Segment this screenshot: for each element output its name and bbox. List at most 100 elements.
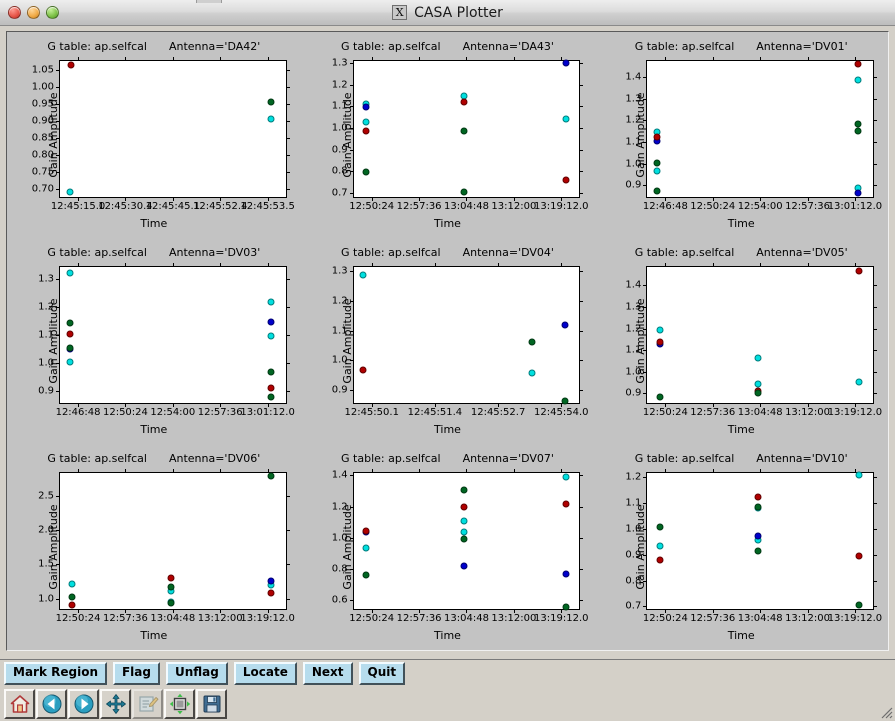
plot-panel-da42[interactable]: G table: ap.selfcal Antenna='DA42' Gain Am…: [7, 32, 301, 238]
x-tick-label: 12:54:00: [737, 201, 783, 212]
plot-panel-dv07[interactable]: G table: ap.selfcal Antenna='DV07' Gain Am…: [301, 444, 595, 650]
data-point-green: [66, 344, 74, 352]
x-tick-mark-top: [561, 263, 563, 267]
y-tick-mark-right: [872, 606, 877, 608]
data-point-green: [754, 547, 762, 555]
y-tick-mark-right: [872, 371, 877, 373]
y-tick-mark-right: [579, 506, 584, 508]
x-tick-mark-top: [513, 57, 515, 61]
minimize-button[interactable]: [27, 6, 40, 19]
plot-panel-dv06[interactable]: G table: ap.selfcal Antenna='DV06' Gain Am…: [7, 444, 301, 650]
configure-subplots-icon[interactable]: [132, 689, 163, 719]
data-point-cyan: [855, 471, 863, 479]
data-point-green: [561, 397, 569, 405]
next-button[interactable]: Next: [302, 662, 353, 685]
x-axis-label: Time: [434, 423, 461, 436]
y-tick-label: 0.90: [31, 115, 54, 126]
x-tick-mark-top: [78, 57, 80, 61]
plot-title: G table: ap.selfcal Antenna='DA43': [301, 40, 595, 53]
y-tick-label: 1.0: [38, 593, 54, 605]
plot-axes[interactable]: 0.70 0.75 0.80 0.85 0.90 0.95 1.00 1.05 12:45:15…: [32, 57, 295, 212]
window-controls: [0, 6, 59, 19]
y-tick-label: 1.0: [625, 158, 642, 170]
plot-axes[interactable]: 0.9 1.0 1.1 1.2 1.3 12:45:50.1 12:45:51.4 12:45…: [332, 263, 588, 418]
data-point-cyan: [267, 115, 275, 123]
x-tick-label: 12:50:24: [55, 613, 101, 624]
y-tick-mark-right: [285, 120, 290, 122]
plot-panel-dv05[interactable]: G table: ap.selfcal Antenna='DV05' Gain Am…: [594, 238, 888, 444]
close-button[interactable]: [8, 6, 21, 19]
x-tick-label: 13:04:48: [150, 613, 196, 624]
plot-panel-dv04[interactable]: G table: ap.selfcal Antenna='DV04' Gain Am…: [301, 238, 595, 444]
y-tick-mark: [56, 120, 60, 122]
y-tick-mark: [643, 393, 648, 395]
x-tick-label: 13:19:12.0: [534, 201, 589, 212]
y-tick-mark-right: [579, 171, 584, 173]
plot-axes[interactable]: 0.9 1.0 1.1 1.2 1.3 1.4 12:46:48 12:50:24 12:54:…: [625, 57, 882, 212]
x-tick-label: 13:04:48: [737, 407, 783, 418]
plot-axes[interactable]: 0.9 1.0 1.1 1.2 1.3 12:46:48 12:50:24 12:54:00 1…: [38, 263, 295, 418]
plot-panel-da43[interactable]: G table: ap.selfcal Antenna='DA43' Gain Am…: [301, 32, 595, 238]
y-tick-label: 0.9: [38, 385, 54, 396]
y-tick-label: 1.5: [38, 558, 54, 570]
window-titlebar: X CASA Plotter: [0, 0, 895, 26]
mark-region-button[interactable]: Mark Region: [4, 662, 107, 685]
plot-panel-dv10[interactable]: G table: ap.selfcal Antenna='DV10' Gain Am…: [594, 444, 888, 650]
plot-panel-dv01[interactable]: G table: ap.selfcal Antenna='DV01' Gain Am…: [594, 32, 888, 238]
y-tick-label: 0.85: [31, 132, 54, 143]
data-point-green: [267, 393, 275, 401]
data-point-cyan: [66, 358, 74, 366]
plot-title: G table: ap.selfcal Antenna='DV07': [301, 452, 595, 465]
y-tick-mark-right: [285, 171, 290, 173]
plot-axes[interactable]: 1.0 1.5 2.0 2.5 12:50:24 12:57:36 13:04:48 13:1…: [38, 469, 295, 624]
forward-arrow-icon[interactable]: [68, 689, 99, 719]
data-point-cyan: [854, 76, 862, 84]
x-axis-label: Time: [140, 423, 168, 436]
plot-axes[interactable]: 0.9 1.0 1.1 1.2 1.3 1.4 12:50:24 12:57:36 13:04:…: [625, 263, 882, 418]
y-tick-mark: [56, 598, 60, 600]
x-tick-label: 12:57:36: [396, 201, 442, 212]
plot-axes[interactable]: 0.7 0.8 0.9 1.0 1.1 1.2 12:50:24 12:57:36 13:04:…: [625, 469, 882, 624]
y-tick-mark: [643, 476, 648, 478]
titlebar-stub: [196, 0, 222, 3]
data-point-red: [66, 330, 74, 338]
y-tick-mark-right: [285, 103, 290, 105]
back-arrow-icon[interactable]: [36, 689, 67, 719]
y-tick-mark-right: [579, 389, 584, 391]
x-tick-label: 13:19:12.0: [240, 613, 295, 624]
x-tick-label: 12:45:52.4: [192, 201, 248, 212]
save-icon[interactable]: [196, 689, 227, 719]
flag-button[interactable]: Flag: [112, 662, 160, 685]
zoom-to-rect-icon[interactable]: [164, 689, 195, 719]
plot-title-antenna: Antenna='DA43': [462, 40, 554, 53]
zoom-button[interactable]: [46, 6, 59, 19]
x-tick-mark-top: [220, 263, 222, 267]
locate-button[interactable]: Locate: [233, 662, 297, 685]
home-icon[interactable]: [4, 689, 35, 719]
data-point-cyan: [460, 517, 468, 525]
x-tick-mark-top: [419, 469, 421, 473]
plot-axes[interactable]: 0.7 0.8 0.9 1.0 1.1 1.2 1.3 12:50:24 12:57:36 13:…: [332, 57, 588, 212]
pan-move-icon[interactable]: [100, 689, 131, 719]
data-point-blue: [362, 103, 370, 111]
x-tick-mark-top: [371, 263, 373, 267]
x-tick-label: 13:12:00: [197, 613, 243, 624]
y-tick-mark: [349, 389, 354, 391]
navigation-icon-bar: [0, 687, 895, 721]
plot-canvas[interactable]: G table: ap.selfcal Antenna='DA42' Gain Am…: [6, 31, 889, 651]
y-tick-mark: [56, 362, 60, 364]
plot-axes[interactable]: 0.6 0.8 1.0 1.2 1.4 12:50:24 12:57:36 13:04:48 1…: [332, 469, 588, 624]
resize-grip[interactable]: [879, 705, 893, 719]
x-tick-mark-top: [125, 57, 127, 61]
data-point-green: [167, 599, 175, 607]
x-tick-mark-top: [267, 263, 269, 267]
y-tick-label: 0.6: [331, 594, 348, 606]
plot-title-antenna: Antenna='DV05': [756, 246, 848, 259]
data-point-green: [656, 393, 664, 401]
unflag-button[interactable]: Unflag: [165, 662, 228, 685]
plot-panel-dv03[interactable]: G table: ap.selfcal Antenna='DV03' Gain Am…: [7, 238, 301, 444]
x-tick-mark-top: [78, 263, 80, 267]
y-tick-mark-right: [285, 154, 290, 156]
y-tick-label: 0.8: [625, 575, 642, 586]
quit-button[interactable]: Quit: [358, 662, 406, 685]
